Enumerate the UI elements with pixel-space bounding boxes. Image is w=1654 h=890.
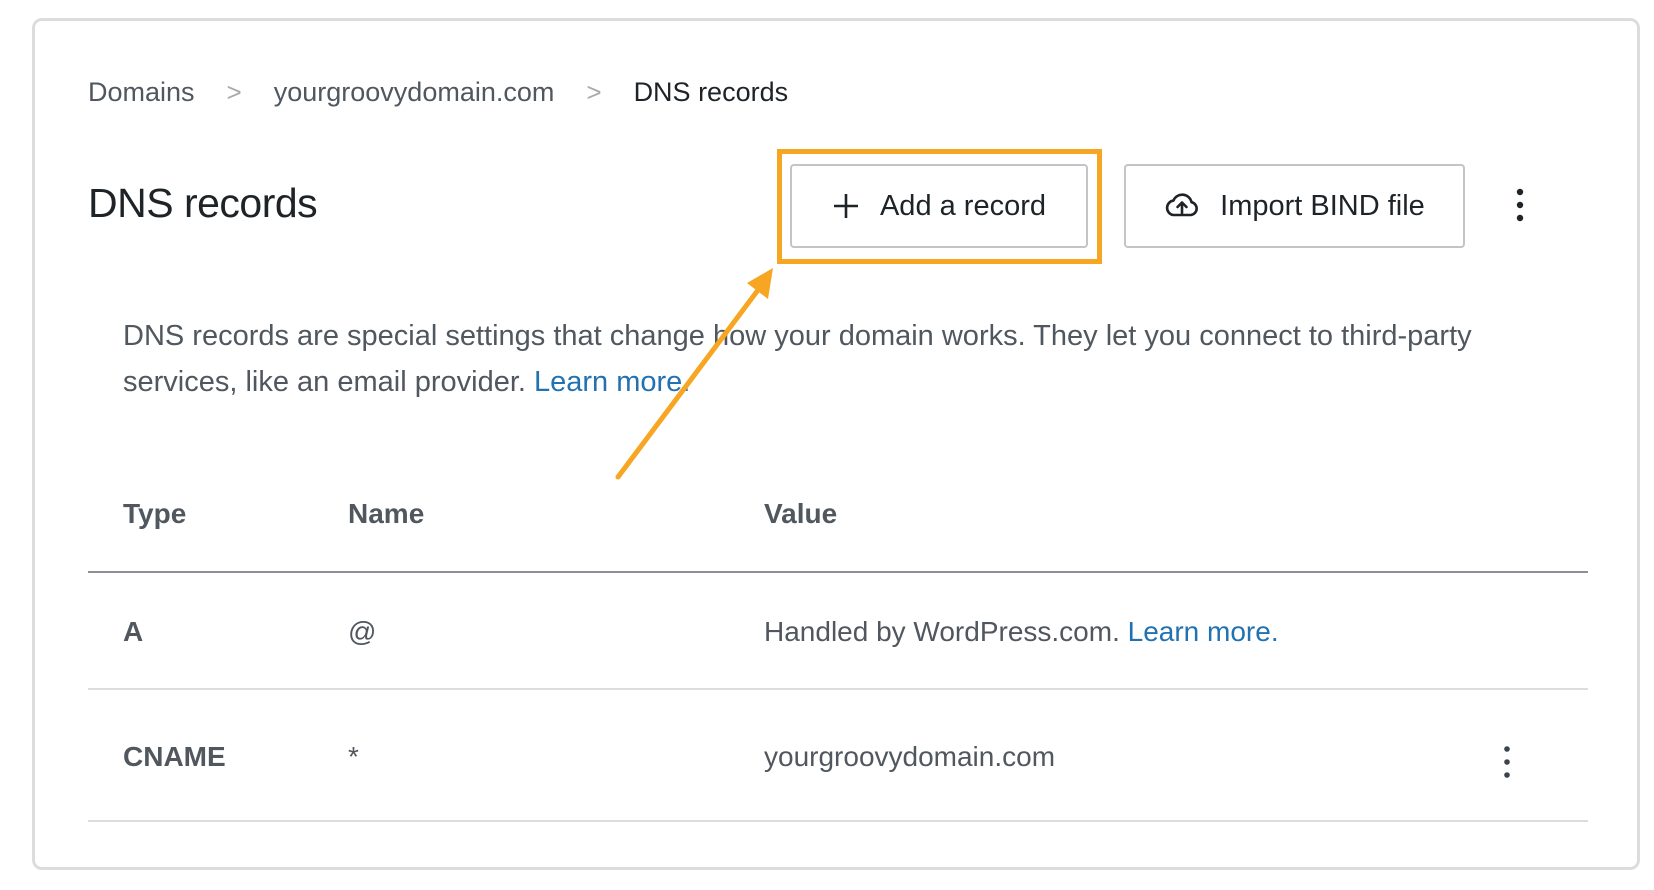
breadcrumb-current: DNS records [633,76,789,107]
more-vertical-icon [1504,746,1510,778]
row-cname-name: * [348,741,359,772]
table-header-divider [88,571,1588,573]
learn-more-link[interactable]: Learn more. [534,366,690,398]
column-header-type: Type [123,498,187,529]
column-header-name: Name [348,498,425,529]
plus-icon [832,192,860,220]
breadcrumb-domain[interactable]: yourgroovydomain.com [274,77,555,108]
row-a-name: @ [348,616,377,647]
column-header-value: Value [764,498,838,529]
row-a-value-text: Handled by WordPress.com. [764,616,1128,647]
breadcrumb: Domains > yourgroovydomain.com > DNS rec… [88,72,788,112]
import-bind-button[interactable]: Import BIND file [1124,164,1465,248]
row-a-value: Handled by WordPress.com. Learn more. [764,616,1279,648]
row-cname-more-button[interactable] [1491,740,1523,784]
add-record-label: Add a record [879,189,1047,222]
description: DNS records are special settings that ch… [123,313,1543,405]
row-cname-value: yourgroovydomain.com [764,741,1056,772]
row-a-type: A [123,616,144,647]
row-a-learn-more-link[interactable]: Learn more. [1128,616,1279,647]
import-bind-label: Import BIND file [1220,189,1425,222]
add-record-button[interactable]: Add a record [790,164,1088,248]
breadcrumb-separator-icon: > [226,76,242,107]
page-title: DNS records [88,180,318,226]
row-cname-type: CNAME [123,741,226,772]
cloud-upload-icon [1164,192,1200,220]
table-row-divider [88,688,1588,690]
breadcrumb-separator-icon: > [586,76,602,107]
more-vertical-icon [1516,188,1524,222]
more-options-button[interactable] [1502,180,1538,230]
description-text: DNS records are special settings that ch… [123,320,1472,398]
table-row-divider [88,820,1588,822]
breadcrumb-domains[interactable]: Domains [88,77,195,108]
